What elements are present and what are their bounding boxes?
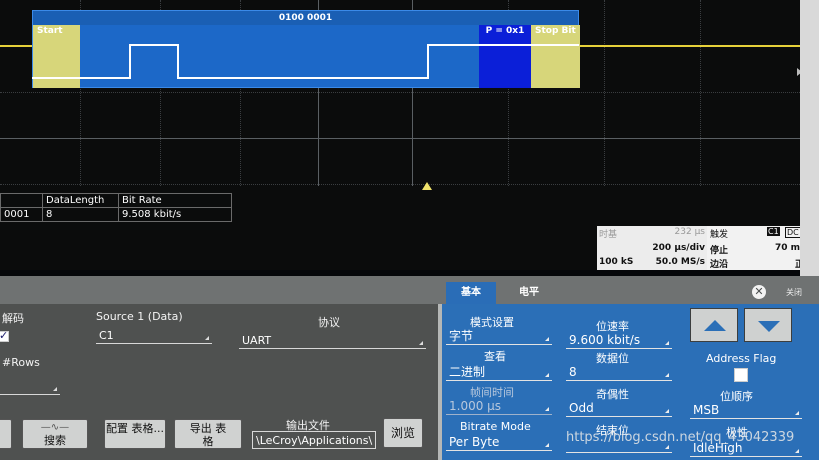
tab-basic[interactable]: 基本 bbox=[446, 282, 496, 304]
parity-value: Odd bbox=[569, 401, 594, 415]
dialog-tab-bar: 基本 电平 ✕ 关闭 bbox=[0, 276, 819, 304]
bitrate-mode-value: Per Byte bbox=[449, 435, 500, 449]
trigger-channel: C1 bbox=[767, 227, 780, 236]
bit-order-select[interactable]: MSB bbox=[690, 402, 802, 419]
timebase-descriptor[interactable]: 时基 232 μs 200 μs/div 100 kS 50.0 MS/s bbox=[597, 226, 707, 270]
data-bits-value: 8 bbox=[569, 365, 577, 379]
screen-bezel bbox=[800, 0, 819, 276]
channel-trace bbox=[0, 45, 32, 47]
bitrate-mode-label: Bitrate Mode bbox=[460, 420, 531, 433]
frame-time-value: 1.000 μs bbox=[449, 399, 502, 413]
timebase-div: 200 μs/div bbox=[652, 243, 705, 253]
timebase-sample-rate: 50.0 MS/s bbox=[655, 257, 705, 267]
timebase-title: 时基 bbox=[599, 230, 618, 240]
protocol-value: UART bbox=[242, 334, 272, 347]
trigger-mode: 边沿 bbox=[710, 260, 729, 270]
tab-level[interactable]: 电平 bbox=[500, 282, 558, 304]
frame-time-field: 1.000 μs bbox=[446, 398, 552, 415]
uart-waveform bbox=[32, 44, 579, 79]
timebase-samples: 100 kS bbox=[599, 257, 634, 267]
table-header-cell: Bit Rate bbox=[118, 193, 232, 208]
decode-table: DataLength Bit Rate 0001 8 9.508 kbit/s bbox=[0, 193, 232, 222]
decode-label: 解码 bbox=[2, 312, 24, 325]
view-select[interactable]: 二进制 bbox=[446, 364, 552, 381]
data-bits-field[interactable]: 8 bbox=[566, 364, 672, 381]
search-button[interactable]: —∿— 搜索 bbox=[22, 419, 88, 449]
watermark-text: https://blog.csdn.net/qq_43042339 bbox=[566, 430, 795, 445]
source-select[interactable]: C1 bbox=[96, 327, 212, 344]
scroll-up-button[interactable] bbox=[690, 308, 738, 342]
bitrate-mode-select[interactable]: Per Byte bbox=[446, 434, 552, 451]
table-header-cell: DataLength bbox=[42, 193, 119, 208]
protocol-label: 协议 bbox=[318, 316, 340, 329]
table-cell: 8 bbox=[42, 207, 119, 222]
view-label: 查看 bbox=[484, 350, 506, 363]
close-label[interactable]: 关闭 bbox=[786, 287, 802, 298]
output-file-value: \LeCroy\Applications\ bbox=[256, 434, 373, 447]
configure-table-button[interactable]: 配置 表格... bbox=[104, 419, 166, 449]
browse-button[interactable]: 浏览 bbox=[383, 418, 423, 448]
view-value: 二进制 bbox=[449, 365, 486, 379]
rows-label: #Rows bbox=[2, 356, 40, 369]
protocol-select[interactable]: UART bbox=[239, 332, 426, 349]
pattern-select[interactable]: 字节 bbox=[446, 328, 552, 345]
parity-select[interactable]: Odd bbox=[566, 400, 672, 417]
scroll-down-button[interactable] bbox=[744, 308, 792, 342]
pattern-value: 字节 bbox=[449, 329, 474, 343]
trigger-position-icon bbox=[422, 182, 432, 190]
rows-field[interactable] bbox=[0, 378, 60, 395]
waveform-display[interactable]: 0100 0001 Start P = 0x1 Stop Bit DataLen… bbox=[0, 0, 800, 270]
arrow-down-icon bbox=[758, 321, 780, 332]
channel-trace bbox=[579, 45, 800, 47]
trigger-level: 70 mV bbox=[775, 243, 800, 253]
grid-line bbox=[700, 0, 701, 186]
bit-order-value: MSB bbox=[693, 403, 720, 417]
table-row[interactable]: 0001 8 9.508 kbit/s bbox=[0, 207, 232, 222]
grid-line bbox=[0, 184, 800, 185]
trigger-title: 触发 bbox=[710, 230, 729, 240]
trigger-descriptor[interactable]: 触发 C1 DC 停止 70 mV 边沿 正 bbox=[707, 226, 800, 270]
table-cell: 9.508 kbit/s bbox=[118, 207, 232, 222]
address-flag-label: Address Flag bbox=[706, 352, 777, 365]
table-cell: 0001 bbox=[0, 207, 43, 222]
search-button-label: 搜索 bbox=[44, 434, 66, 447]
decode-main-pane: 解码 #Rows Source 1 (Data) C1 协议 UART —∿— … bbox=[0, 304, 438, 460]
decode-checkbox[interactable] bbox=[0, 329, 9, 342]
table-header-row: DataLength Bit Rate bbox=[0, 193, 232, 208]
source-label: Source 1 (Data) bbox=[96, 310, 183, 323]
bitrate-value: 9.600 kbit/s bbox=[569, 333, 641, 347]
arrow-up-icon bbox=[704, 320, 726, 331]
grid-line bbox=[0, 92, 800, 93]
close-icon[interactable]: ✕ bbox=[752, 285, 766, 299]
export-table-button[interactable]: 导出 表格 bbox=[174, 419, 242, 449]
table-header-cell bbox=[0, 193, 43, 208]
grid-line bbox=[604, 0, 605, 186]
trigger-coupling: DC bbox=[785, 227, 800, 238]
bitrate-field[interactable]: 9.600 kbit/s bbox=[566, 332, 672, 349]
output-file-field[interactable]: \LeCroy\Applications\ bbox=[252, 431, 376, 449]
timebase-delay: 232 μs bbox=[674, 227, 705, 237]
address-flag-checkbox[interactable] bbox=[734, 368, 748, 382]
source-value: C1 bbox=[99, 329, 114, 342]
grid-line bbox=[0, 138, 800, 139]
trigger-state: 停止 bbox=[710, 246, 729, 256]
search-icon: —∿— bbox=[40, 422, 70, 433]
partial-button[interactable] bbox=[0, 419, 12, 449]
